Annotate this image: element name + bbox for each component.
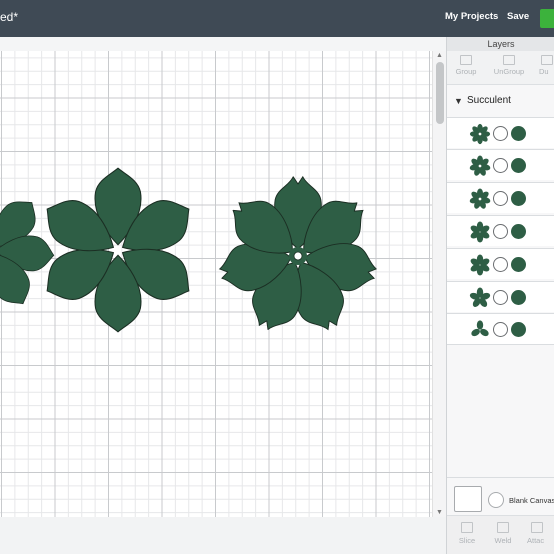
- group-button[interactable]: Group: [452, 55, 480, 76]
- cut-operation-icon[interactable]: [493, 257, 508, 272]
- blank-canvas-label: Blank Canvas: [509, 496, 554, 505]
- layer-row[interactable]: [447, 313, 554, 344]
- layer-color-swatch[interactable]: [511, 191, 526, 206]
- save-button[interactable]: Save: [507, 11, 529, 22]
- canvas-shapes: [0, 167, 381, 339]
- layers-panel: Layers Group UnGroup Du ▼ Succulent Blan…: [446, 37, 554, 554]
- flower-7-petal-icon: [469, 155, 491, 176]
- slice-icon: [461, 522, 473, 533]
- top-bar: ed* My Projects Save: [0, 0, 554, 37]
- make-it-button[interactable]: [540, 9, 554, 28]
- layer-row[interactable]: [447, 215, 554, 246]
- cut-operation-icon[interactable]: [493, 224, 508, 239]
- layers-panel-title: Layers: [447, 37, 554, 51]
- attach-icon: [531, 522, 543, 533]
- document-title: ed*: [0, 10, 19, 24]
- layer-color-swatch[interactable]: [511, 290, 526, 305]
- cut-operation-icon[interactable]: [493, 158, 508, 173]
- layers-divider: [447, 344, 554, 345]
- slice-label: Slice: [458, 536, 476, 545]
- layer-row[interactable]: [447, 182, 554, 213]
- scroll-down-icon[interactable]: ▼: [436, 509, 443, 516]
- cut-operation-icon[interactable]: [493, 191, 508, 206]
- ungroup-button[interactable]: UnGroup: [490, 55, 528, 76]
- group-label: Group: [455, 67, 477, 76]
- group-icon: [460, 55, 472, 65]
- layer-group-name: Succulent: [467, 95, 511, 106]
- ungroup-label: UnGroup: [493, 67, 525, 76]
- cut-operation-icon[interactable]: [493, 290, 508, 305]
- scrollbar-thumb[interactable]: [436, 62, 444, 124]
- layers-bottom-toolbar: Slice Weld Attac: [447, 515, 554, 554]
- layer-row[interactable]: [447, 117, 554, 148]
- attach-label: Attac: [527, 536, 545, 545]
- flower-6-petal-icon: [470, 221, 490, 243]
- layers-toolbar: Group UnGroup Du: [447, 51, 554, 85]
- succulent-flower-6-petal[interactable]: [34, 167, 202, 333]
- canvas-vertical-scrollbar[interactable]: ▲ ▼: [432, 51, 446, 517]
- canvas-color-icon[interactable]: [488, 492, 504, 508]
- layer-color-swatch[interactable]: [511, 322, 526, 337]
- caret-down-icon[interactable]: ▼: [454, 96, 463, 106]
- ungroup-icon: [503, 55, 515, 65]
- layer-group-succulent[interactable]: ▼ Succulent: [447, 93, 554, 109]
- layer-color-swatch[interactable]: [511, 224, 526, 239]
- layer-color-swatch[interactable]: [511, 257, 526, 272]
- cut-operation-icon[interactable]: [493, 322, 508, 337]
- weld-icon: [497, 522, 509, 533]
- cut-operation-icon[interactable]: [493, 126, 508, 141]
- layer-color-swatch[interactable]: [511, 126, 526, 141]
- flower-5-petal-icon: [469, 287, 491, 307]
- my-projects-link[interactable]: My Projects: [445, 11, 498, 22]
- duplicate-button[interactable]: Du: [539, 55, 554, 76]
- layer-row[interactable]: [447, 149, 554, 180]
- duplicate-icon: [541, 55, 553, 65]
- flower-6-petal-icon: [470, 254, 490, 276]
- weld-button[interactable]: Weld: [489, 522, 517, 545]
- succulent-flower-7-petal[interactable]: [215, 176, 381, 339]
- layer-row[interactable]: [447, 248, 554, 279]
- flower-3-petal-icon: [471, 320, 489, 337]
- flower-8-petal-icon: [469, 123, 491, 145]
- layer-color-swatch[interactable]: [511, 158, 526, 173]
- slice-button[interactable]: Slice: [453, 522, 481, 545]
- attach-button[interactable]: Attac: [527, 522, 554, 545]
- blank-canvas-row[interactable]: Blank Canvas: [447, 477, 554, 515]
- blank-canvas-swatch[interactable]: [454, 486, 482, 512]
- layer-row[interactable]: [447, 281, 554, 312]
- weld-label: Weld: [494, 536, 512, 545]
- flower-7-petal-icon: [469, 188, 491, 209]
- duplicate-label: Du: [539, 67, 549, 76]
- scroll-up-icon[interactable]: ▲: [436, 52, 443, 59]
